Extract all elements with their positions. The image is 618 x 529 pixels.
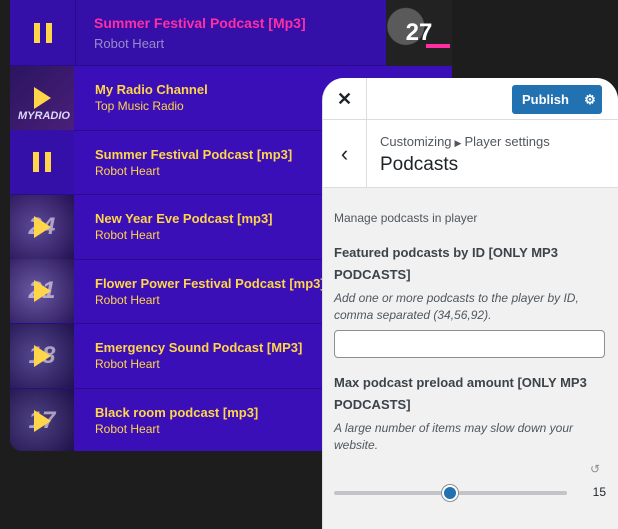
section-title: Podcasts bbox=[380, 154, 459, 175]
pause-icon bbox=[33, 152, 51, 173]
section-description: Manage podcasts in player bbox=[334, 211, 478, 225]
featured-ids-input[interactable] bbox=[334, 330, 605, 358]
myradio-logo: MYRADIO bbox=[18, 109, 70, 122]
pause-icon bbox=[33, 22, 52, 43]
now-playing-title: Summer Festival Podcast [Mp3] bbox=[94, 14, 306, 31]
preload-label: Max podcast preload amount [ONLY MP3 POD… bbox=[334, 375, 587, 412]
play-icon bbox=[33, 344, 51, 367]
item-subtitle: Robot Heart bbox=[95, 292, 160, 307]
now-playing-bar: Summer Festival Podcast [Mp3] Robot Hear… bbox=[10, 0, 452, 66]
customizer-panel: ✕ Publish ⚙ ‹ Customizing ▶ Player setting… bbox=[322, 78, 618, 529]
item-meta: Summer Festival Podcast [mp3] Robot Hear… bbox=[95, 147, 292, 178]
breadcrumb: Customizing ▶ Player settings bbox=[380, 134, 550, 149]
breadcrumb-root: Customizing bbox=[380, 134, 452, 149]
item-subtitle: Robot Heart bbox=[95, 357, 160, 372]
play-icon bbox=[33, 215, 51, 238]
item-cover[interactable]: MYRADIO bbox=[10, 65, 74, 130]
item-meta: New Year Eve Podcast [mp3] Robot Heart bbox=[95, 211, 273, 242]
item-cover[interactable]: 18 bbox=[10, 323, 74, 388]
close-button[interactable]: ✕ bbox=[323, 78, 367, 120]
item-cover[interactable]: 24 bbox=[10, 194, 74, 259]
featured-label: Featured podcasts by ID [ONLY MP3 PODCAS… bbox=[334, 245, 558, 282]
item-subtitle: Top Music Radio bbox=[95, 99, 184, 114]
reset-row: ↺ bbox=[334, 462, 606, 476]
publish-button[interactable]: Publish ⚙ bbox=[512, 85, 602, 114]
play-icon bbox=[33, 86, 51, 109]
back-button[interactable]: ‹ bbox=[323, 120, 367, 188]
chevron-left-icon: ‹ bbox=[340, 141, 349, 166]
item-meta: My Radio Channel Top Music Radio bbox=[95, 82, 208, 113]
now-playing-cover: 27 bbox=[386, 0, 452, 66]
item-title: Emergency Sound Podcast [MP3] bbox=[95, 340, 303, 356]
gear-icon[interactable]: ⚙ bbox=[578, 92, 602, 108]
slider-handle[interactable] bbox=[442, 485, 458, 501]
item-meta: Black room podcast [mp3] Robot Heart bbox=[95, 405, 258, 436]
preload-help: A large number of items may slow down yo… bbox=[334, 421, 573, 452]
now-playing-artist: Robot Heart bbox=[94, 35, 165, 51]
section-header: ‹ Customizing ▶ Player settings Podcasts bbox=[323, 120, 618, 188]
item-title: New Year Eve Podcast [mp3] bbox=[95, 211, 273, 227]
reset-icon[interactable]: ↺ bbox=[590, 462, 600, 476]
item-title: Summer Festival Podcast [mp3] bbox=[95, 146, 293, 162]
item-title: My Radio Channel bbox=[95, 82, 208, 98]
slider-value: 15 bbox=[592, 485, 606, 499]
item-subtitle: Robot Heart bbox=[95, 228, 160, 243]
play-icon bbox=[33, 409, 51, 432]
item-cover[interactable]: 17 bbox=[10, 388, 74, 451]
item-meta: Flower Power Festival Podcast [mp3] Robo… bbox=[95, 276, 325, 307]
cover-number: 27 bbox=[405, 19, 433, 46]
close-icon: ✕ bbox=[336, 88, 353, 109]
item-subtitle: Robot Heart bbox=[95, 422, 160, 437]
item-title: Black room podcast [mp3] bbox=[95, 405, 259, 421]
play-icon bbox=[33, 280, 51, 303]
now-playing-pause-button[interactable] bbox=[10, 0, 76, 66]
item-subtitle: Robot Heart bbox=[95, 163, 160, 178]
item-title: Flower Power Festival Podcast [mp3] bbox=[95, 275, 325, 291]
publish-label: Publish bbox=[522, 92, 569, 107]
item-cover[interactable]: 21 bbox=[10, 259, 74, 324]
customizer-header: ✕ Publish ⚙ bbox=[323, 78, 618, 120]
item-meta: Emergency Sound Podcast [MP3] Robot Hear… bbox=[95, 340, 302, 371]
caret-right-icon: ▶ bbox=[454, 138, 462, 148]
breadcrumb-section: Player settings bbox=[464, 134, 550, 149]
featured-help: Add one or more podcasts to the player b… bbox=[334, 291, 579, 322]
now-playing-meta: Summer Festival Podcast [Mp3] Robot Hear… bbox=[94, 15, 306, 51]
preload-slider[interactable]: 15 bbox=[334, 480, 606, 504]
item-cover[interactable] bbox=[10, 130, 74, 195]
section-body: Manage podcasts in player Featured podca… bbox=[323, 211, 618, 504]
